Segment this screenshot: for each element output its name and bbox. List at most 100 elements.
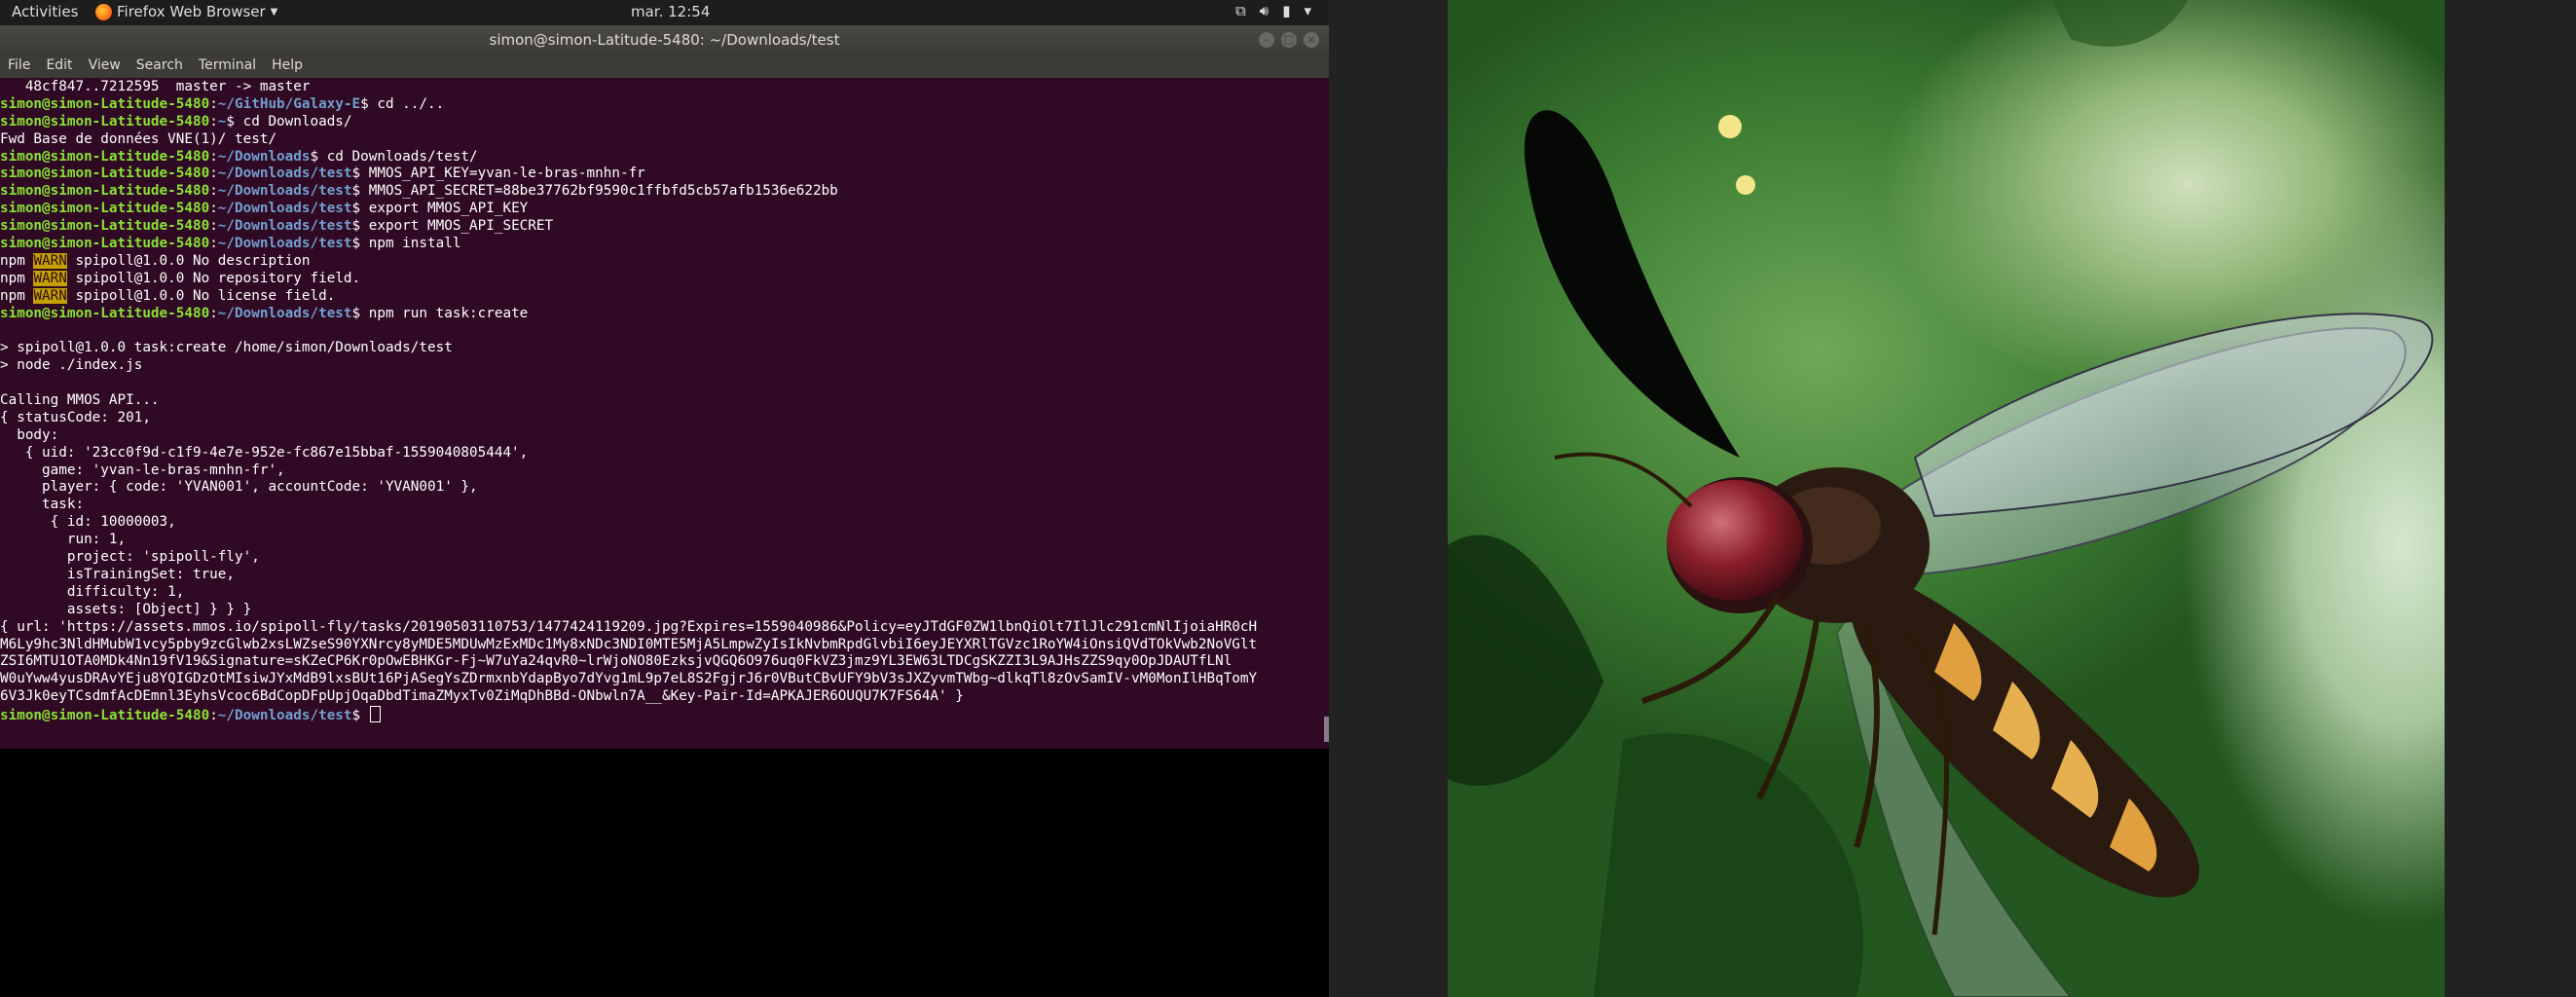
terminal-line: simon@simon-Latitude-5480:~/Downloads/te… xyxy=(0,218,1329,236)
terminal-menubar: File Edit View Search Terminal Help xyxy=(0,55,1329,78)
command-text: $ export MMOS_API_KEY xyxy=(351,201,529,217)
terminal-line: simon@simon-Latitude-5480:~/Downloads/te… xyxy=(0,706,1329,723)
output-text: { uid: '23cc0f9d-c1f9-4e7e-952e-fc867e15… xyxy=(0,444,529,461)
prompt-separator: : xyxy=(209,113,218,129)
window-title: simon@simon-Latitude-5480: ~/Downloads/t… xyxy=(489,31,840,49)
prompt-user: simon@simon-Latitude-5480 xyxy=(0,113,210,129)
output-text: W0uYww4yusDRAvYEju8YQIGDzOtMIsiwJYxMdB9l… xyxy=(0,671,1258,687)
terminal-line: Fwd Base de données VNE(1)/ test/ xyxy=(0,131,1329,149)
terminal-line: assets: [Object] } } } xyxy=(0,602,1329,619)
menu-item-terminal[interactable]: Terminal xyxy=(191,55,264,78)
prompt-separator: : xyxy=(209,708,218,724)
terminal-line: ZSI6MTU1OTA0MDk4Nn19fV19&Signature=sKZeC… xyxy=(0,653,1329,671)
terminal-line: simon@simon-Latitude-5480:~/Downloads/te… xyxy=(0,306,1329,323)
output-text: run: 1, xyxy=(0,532,127,548)
hoverfly-photo xyxy=(1448,0,2445,997)
terminal-titlebar[interactable]: simon@simon-Latitude-5480: ~/Downloads/t… xyxy=(0,25,1329,55)
battery-icon: ▮ xyxy=(1282,2,1291,19)
prompt-user: simon@simon-Latitude-5480 xyxy=(0,236,210,252)
warn-message: spipoll@1.0.0 No description xyxy=(66,252,311,269)
npm-label: npm xyxy=(0,270,34,286)
prompt-path: ~/Downloads xyxy=(217,148,311,165)
terminal-line: player: { code: 'YVAN001', accountCode: … xyxy=(0,479,1329,497)
prompt-user: simon@simon-Latitude-5480 xyxy=(0,166,210,182)
output-text: M6Ly9hc3NldHMubW1vcy5pby9zcGlwb2xsLWZseS… xyxy=(0,636,1258,652)
chevron-down-icon: ▼ xyxy=(270,6,278,18)
terminal-line: simon@simon-Latitude-5480:~/Downloads/te… xyxy=(0,166,1329,183)
terminal-line: simon@simon-Latitude-5480:~/Downloads$ c… xyxy=(0,149,1329,166)
prompt-path: ~/Downloads/test xyxy=(217,166,352,182)
output-text: { id: 10000003, xyxy=(0,514,176,531)
image-viewer xyxy=(1329,0,2576,997)
prompt-separator: : xyxy=(209,166,218,182)
prompt-path: ~/Downloads/test xyxy=(217,183,352,200)
terminal-line: > node ./index.js xyxy=(0,357,1329,375)
output-text: > node ./index.js xyxy=(0,357,143,374)
activities-button[interactable]: Activities xyxy=(12,3,78,20)
output-text: assets: [Object] } } } xyxy=(0,601,252,617)
prompt-path: ~/Downloads/test xyxy=(217,218,352,235)
menu-item-search[interactable]: Search xyxy=(129,55,191,78)
terminal-line: > spipoll@1.0.0 task:create /home/simon/… xyxy=(0,340,1329,357)
terminal-output[interactable]: 48cf847..7212595 master -> master simon@s… xyxy=(0,78,1329,749)
output-text: body: xyxy=(0,426,59,443)
prompt-path: ~/GitHub/Galaxy-E xyxy=(217,95,361,112)
prompt-user: simon@simon-Latitude-5480 xyxy=(0,708,210,724)
terminal-line: simon@simon-Latitude-5480:~/Downloads/te… xyxy=(0,201,1329,218)
app-menu-label: Firefox Web Browser xyxy=(117,3,266,20)
terminal-line: 48cf847..7212595 master -> master xyxy=(0,79,1329,96)
warn-message: spipoll@1.0.0 No license field. xyxy=(66,287,336,304)
prompt-path: ~/Downloads/test xyxy=(217,236,352,252)
prompt-separator: : xyxy=(209,201,218,217)
maximize-icon[interactable]: □ xyxy=(1281,32,1297,48)
output-text: difficulty: 1, xyxy=(0,583,185,600)
prompt-separator: : xyxy=(209,95,218,112)
prompt-user: simon@simon-Latitude-5480 xyxy=(0,95,210,112)
warn-badge: WARN xyxy=(33,252,67,269)
terminal-line: body: xyxy=(0,427,1329,445)
volume-icon: 🔊︎ xyxy=(1259,2,1270,19)
system-menu-icon: ▾ xyxy=(1304,2,1311,19)
output-text: game: 'yvan-le-bras-mnhn-fr', xyxy=(0,462,285,478)
menu-item-help[interactable]: Help xyxy=(264,55,311,78)
prompt-separator: : xyxy=(209,218,218,235)
text-cursor[interactable] xyxy=(369,706,381,723)
warn-badge: WARN xyxy=(33,270,67,286)
output-text: { url: 'https://assets.mmos.io/spipoll-f… xyxy=(0,618,1258,635)
prompt-user: simon@simon-Latitude-5480 xyxy=(0,218,210,235)
system-tray[interactable]: ⧉ 🔊︎ ▮ ▾ xyxy=(1235,2,1311,19)
clock[interactable]: mar. 12:54 xyxy=(631,3,710,20)
terminal-line: simon@simon-Latitude-5480:~/Downloads/te… xyxy=(0,236,1329,253)
terminal-line: Calling MMOS API... xyxy=(0,392,1329,410)
npm-label: npm xyxy=(0,252,34,269)
terminal-line: task: xyxy=(0,497,1329,514)
menu-item-file[interactable]: File xyxy=(0,55,38,78)
terminal-window: simon@simon-Latitude-5480: ~/Downloads/t… xyxy=(0,25,1329,749)
terminal-line: npm WARN spipoll@1.0.0 No repository fie… xyxy=(0,270,1329,288)
output-text: 6V3Jk0eyTCsdmfAcDEmnl3EyhsVcoc6BdCopDFpU… xyxy=(0,688,964,705)
terminal-line: simon@simon-Latitude-5480:~/Downloads/te… xyxy=(0,183,1329,201)
terminal-line: M6Ly9hc3NldHMubW1vcy5pby9zcGlwb2xsLWZseS… xyxy=(0,637,1329,654)
command-text: $ npm install xyxy=(351,236,461,252)
command-text: $ MMOS_API_SECRET=88be37762bf9590c1ffbfd… xyxy=(351,183,838,200)
prompt-user: simon@simon-Latitude-5480 xyxy=(0,183,210,200)
output-text: isTrainingSet: true, xyxy=(0,566,236,582)
menu-item-edit[interactable]: Edit xyxy=(38,55,80,78)
prompt-path: ~/Downloads/test xyxy=(217,708,352,724)
terminal-line: { uid: '23cc0f9d-c1f9-4e7e-952e-fc867e15… xyxy=(0,445,1329,462)
prompt-path: ~/Downloads/test xyxy=(217,201,352,217)
app-menu[interactable]: Firefox Web Browser ▼ xyxy=(95,3,277,20)
menu-item-view[interactable]: View xyxy=(81,55,129,78)
prompt-separator: : xyxy=(209,236,218,252)
command-text: $ npm run task:create xyxy=(351,305,529,321)
command-text: $ MMOS_API_KEY=yvan-le-bras-mnhn-fr xyxy=(351,166,645,182)
terminal-line: { id: 10000003, xyxy=(0,514,1329,532)
terminal-line: simon@simon-Latitude-5480:~/GitHub/Galax… xyxy=(0,96,1329,114)
terminal-line: simon@simon-Latitude-5480:~$ cd Download… xyxy=(0,114,1329,131)
output-text: Calling MMOS API... xyxy=(0,392,160,409)
minimize-icon[interactable]: – xyxy=(1259,32,1274,48)
terminal-line: project: 'spipoll-fly', xyxy=(0,549,1329,567)
close-icon[interactable]: × xyxy=(1304,32,1319,48)
prompt-separator: : xyxy=(209,305,218,321)
